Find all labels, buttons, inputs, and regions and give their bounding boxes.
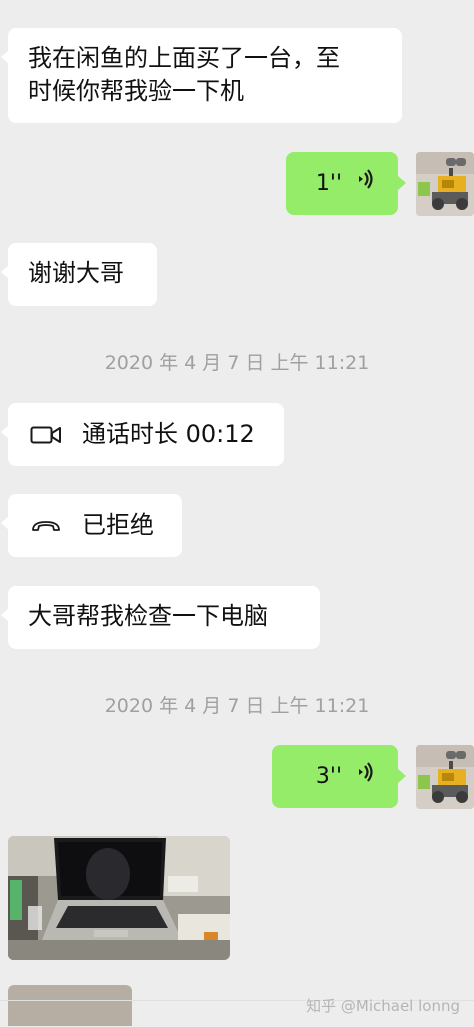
message-text-line: 时候你帮我验一下机 [28,77,244,105]
voice-message-outgoing[interactable]: 1'' [286,152,406,215]
timestamp: 2020 年 4 月 7 日 上午 11:21 [104,352,370,374]
timestamp: 2020 年 4 月 7 日 上午 11:21 [104,695,370,717]
call-record-rejected[interactable]: 已拒绝 [1,494,182,557]
message-text-line: 我在闲鱼的上面买了一台，至 [28,44,340,72]
message-bubble-incoming[interactable]: 大哥帮我检查一下电脑 [1,586,320,649]
voice-duration: 3'' [315,764,342,789]
video-camera-icon [30,425,64,445]
voice-wave-icon [356,760,374,793]
call-record-video[interactable]: 通话时长 00:12 [1,403,284,466]
avatar-self[interactable] [416,152,474,216]
avatar-self[interactable] [416,745,474,809]
call-duration-text: 通话时长 00:12 [82,420,255,448]
phone-hangup-icon [30,518,64,534]
image-message-laptop[interactable] [8,836,230,960]
voice-duration: 1'' [315,171,342,196]
chat-view: 我在闲鱼的上面买了一台，至 时候你帮我验一下机 1'' 谢谢大哥 2020 年 … [0,0,474,1026]
message-bubble-incoming[interactable]: 我在闲鱼的上面买了一台，至 时候你帮我验一下机 [1,28,402,123]
voice-message-outgoing[interactable]: 3'' [272,745,406,808]
watermark-text: 知乎 @Michael lonng [306,997,460,1015]
call-status-text: 已拒绝 [82,511,154,539]
message-bubble-incoming[interactable]: 谢谢大哥 [1,243,157,306]
message-text: 谢谢大哥 [28,259,124,287]
message-text: 大哥帮我检查一下电脑 [28,602,268,630]
voice-wave-icon [356,167,374,200]
